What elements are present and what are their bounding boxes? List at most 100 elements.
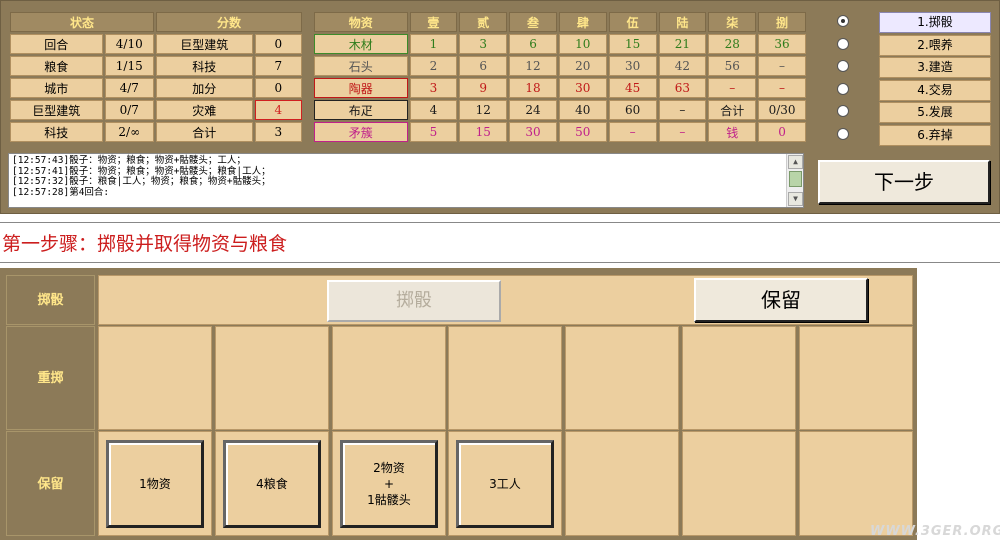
reroll-slot[interactable] [215,326,329,430]
action-label[interactable]: 5.发展 [879,102,991,123]
keep-slot[interactable] [799,431,913,536]
kept-die[interactable]: 3工人 [456,440,554,528]
material-cell: 40 [558,100,607,120]
die-face-label: 3工人 [489,477,521,491]
status-value: 4/7 [104,78,154,98]
material-cell: 0 [758,122,806,142]
material-row: 木材 1 3 6 10 15 21 28 36 [314,34,806,54]
radio-button-icon[interactable] [837,15,849,27]
materials-header: 物资 [314,12,408,32]
reroll-slot[interactable] [98,326,212,430]
material-cell: 15 [608,34,657,54]
die-face-label: 2物资 + 1骷髅头 [367,461,411,507]
material-row: 布疋 4 12 24 40 60– 合计 0/30 [314,100,806,120]
status-row: 粮食 1/15 科技 7 [10,56,302,76]
next-step-button[interactable]: 下一步 [818,160,990,204]
material-name: 木材 [314,34,408,54]
divider-bottom [0,262,1000,263]
materials-header: 伍 [608,12,657,32]
roll-button[interactable]: 掷骰 [327,280,501,322]
keep-slot[interactable] [565,431,679,536]
material-cell: 10 [558,34,607,54]
material-cell: 1 [409,34,458,54]
keep-slot[interactable] [682,431,796,536]
material-name: 石头 [314,56,408,76]
material-cell: 56 [708,56,757,76]
kept-die[interactable]: 4粮食 [223,440,321,528]
kept-die[interactable]: 2物资 + 1骷髅头 [340,440,438,528]
material-cell: 45 [608,78,657,98]
material-cell: 钱 [708,122,757,142]
radio-button-icon[interactable] [837,82,849,95]
material-cell: 3 [459,34,508,54]
material-cell: – [658,122,707,142]
keep-button[interactable]: 保留 [694,278,868,322]
radio-button-icon[interactable] [837,60,849,72]
reroll-slot[interactable] [448,326,562,430]
action-label[interactable]: 4.交易 [879,79,991,101]
reroll-slot[interactable] [682,326,796,430]
score-label: 巨型建筑 [155,34,253,54]
action-option[interactable]: 4.交易 [819,79,995,101]
material-cell: – [608,122,657,142]
action-label[interactable]: 2.喂养 [879,34,991,56]
action-option[interactable]: 3.建造 [819,57,995,78]
material-cell: 20 [558,56,607,76]
action-option[interactable]: 1.掷骰 [819,12,995,33]
log-line: [12:57:43]骰子：物资；粮食；物资+骷髅头；工人； [12,155,246,166]
status-row: 城市 4/7 加分 0 [10,78,302,98]
score-label: 合计 [155,122,253,142]
material-row: 矛簇 5 15 30 50– – 钱 0 [314,122,806,142]
scroll-thumb[interactable] [789,171,802,187]
action-option[interactable]: 5.发展 [819,102,995,123]
radio-button-icon[interactable] [837,37,849,50]
action-label[interactable]: 3.建造 [879,57,991,78]
dice-board: 掷骰 重掷 保留 掷骰 保留 1物资 4粮食 2物资 + 1骷髅头 3工人 [0,268,917,540]
material-cell: 30 [509,122,557,142]
action-option[interactable]: 6.弃掉 [819,124,995,146]
action-panel: 1.掷骰 2.喂养 3.建造 4.交易 5.发展 6.弃掉 [815,10,991,146]
score-value: 4 [254,100,302,120]
status-value: 2/∞ [104,122,154,142]
radio-button-icon[interactable] [837,127,849,140]
score-value: 3 [254,122,302,142]
action-label[interactable]: 1.掷骰 [879,12,991,33]
log-line: [12:57:32]骰子：粮食|工人；物资；粮食；物资+骷髅头； [12,176,271,187]
roll-button-label: 掷骰 [396,290,432,311]
scroll-up-icon[interactable]: ▲ [788,155,803,169]
materials-header: 壹 [409,12,458,32]
materials-header: 贰 [459,12,508,32]
materials-header: 叁 [509,12,557,32]
watermark: WWW.3GER.ORG [870,524,1000,539]
material-cell: 18 [509,78,557,98]
material-cell: 6 [509,34,557,54]
material-cell: 5 [409,122,458,142]
material-cell: 合计 [708,100,757,120]
reroll-slot[interactable] [799,326,913,430]
kept-die[interactable]: 1物资 [106,440,204,528]
material-cell: 60 [608,100,657,120]
radio-cell [819,57,879,77]
radio-button-icon[interactable] [837,105,849,117]
reroll-slot[interactable] [565,326,679,430]
radio-cell [819,79,879,100]
material-cell: – [658,100,707,120]
score-label: 加分 [155,78,253,98]
event-log: [12:57:43]骰子：物资；粮食；物资+骷髅头；工人； [12:57:41]骰… [8,153,804,208]
scroll-down-icon[interactable]: ▼ [788,192,803,206]
status-row: 回合 4/10 巨型建筑 0 [10,34,302,54]
status-row: 巨型建筑 0/7 灾难 4 [10,100,302,120]
status-label: 城市 [10,78,103,98]
material-cell: 30 [608,56,657,76]
score-value: 0 [254,34,302,54]
status-value: 4/10 [104,34,154,54]
action-label[interactable]: 6.弃掉 [879,124,991,146]
status-value: 1/15 [104,56,154,76]
reroll-slot[interactable] [332,326,446,430]
radio-cell [819,102,879,122]
material-cell: 21 [658,34,707,54]
log-scrollbar[interactable]: ▲ ▼ [786,154,803,207]
action-option[interactable]: 2.喂养 [819,34,995,56]
materials-header: 捌 [758,12,806,32]
material-cell: 42 [658,56,707,76]
